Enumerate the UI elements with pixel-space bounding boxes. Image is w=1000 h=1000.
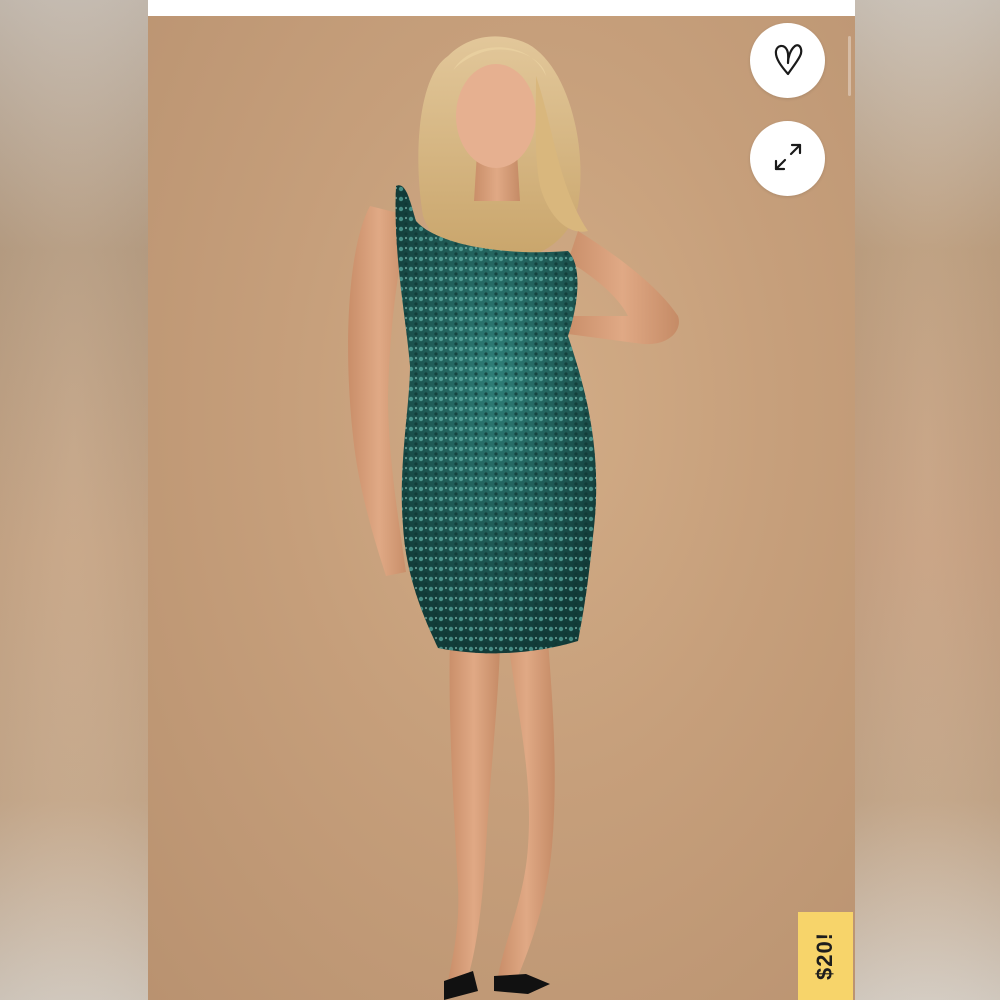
- price-tag-text: $20!: [812, 931, 838, 981]
- blurred-background-left: [0, 0, 148, 1000]
- expand-image-button[interactable]: [750, 121, 825, 196]
- product-photo[interactable]: [148, 16, 855, 1000]
- price-tag: $20!: [798, 912, 853, 1000]
- image-scroll-indicator: [848, 36, 851, 96]
- expand-arrows-icon: [772, 141, 804, 177]
- like-button[interactable]: [750, 23, 825, 98]
- heart-outline-icon: [773, 42, 803, 80]
- product-image-frame: $20!: [148, 0, 855, 1000]
- model-in-sequin-dress-illustration: [348, 36, 679, 1000]
- blurred-background-right: [855, 0, 1000, 1000]
